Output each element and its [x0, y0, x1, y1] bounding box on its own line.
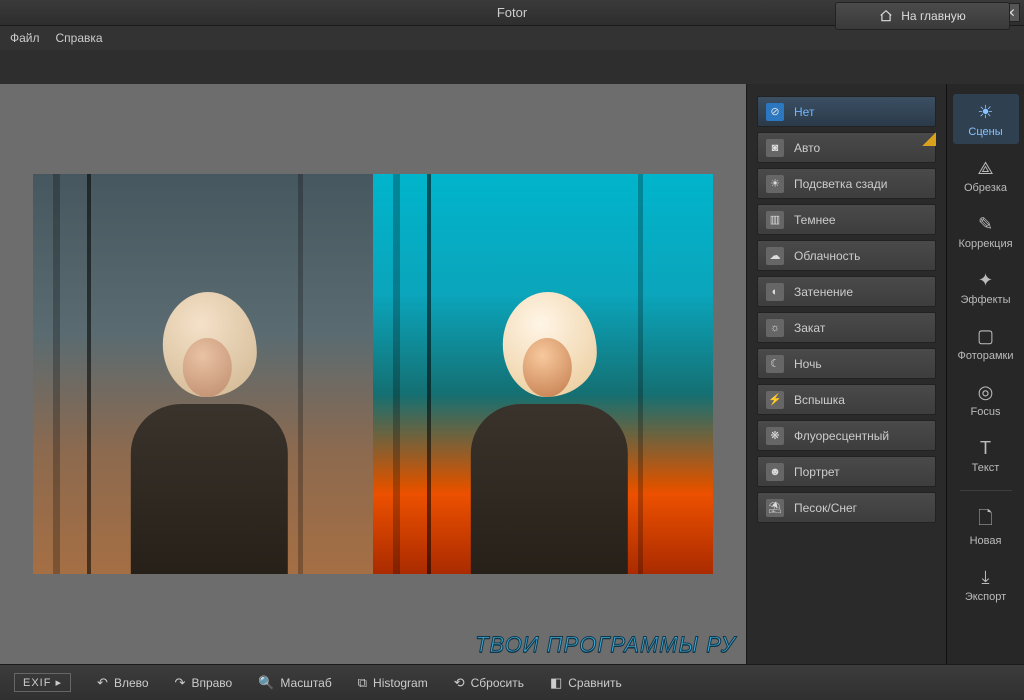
tool-label: Focus: [971, 406, 1001, 418]
scene-item-9[interactable]: ❋ Флуоресцентный: [757, 420, 936, 451]
scene-item-1[interactable]: ◙ Авто: [757, 132, 936, 163]
compare-label: Сравнить: [568, 676, 621, 690]
tool-icon: T: [980, 438, 991, 458]
photo-before: [33, 174, 373, 574]
tool-экспорт[interactable]: ⤓ Экспорт: [953, 559, 1019, 609]
scene-icon: ◐: [766, 283, 784, 301]
watermark: ТВОИ ПРОГРАММЫ РУ: [475, 632, 736, 658]
reset-label: Сбросить: [471, 676, 524, 690]
scene-icon: ☼: [766, 319, 784, 337]
scene-item-0[interactable]: ⊘ Нет: [757, 96, 936, 127]
scene-label: Нет: [794, 105, 814, 119]
scene-icon: ☀: [766, 175, 784, 193]
tool-коррекция[interactable]: ✎ Коррекция: [953, 206, 1019, 256]
scene-item-11[interactable]: ⛱ Песок/Снег: [757, 492, 936, 523]
app-title: Fotor: [497, 5, 527, 20]
reset-icon: ⟲: [454, 675, 465, 691]
scene-icon: ⊘: [766, 103, 784, 121]
home-icon: [879, 9, 893, 23]
rotate-left-icon: ↶: [97, 675, 108, 691]
tool-icon: ◎: [978, 382, 994, 402]
scene-label: Портрет: [794, 465, 840, 479]
scene-item-6[interactable]: ☼ Закат: [757, 312, 936, 343]
histogram-icon: ⧉: [358, 675, 367, 691]
tool-label: Экспорт: [965, 591, 1006, 603]
scene-item-3[interactable]: ▥ Темнее: [757, 204, 936, 235]
menu-file[interactable]: Файл: [10, 31, 40, 45]
rotate-right-button[interactable]: ↷ Вправо: [175, 675, 233, 691]
home-button-label: На главную: [901, 9, 965, 23]
scene-item-8[interactable]: ⚡ Вспышка: [757, 384, 936, 415]
scene-label: Флуоресцентный: [794, 429, 889, 443]
tool-эффекты[interactable]: ✦ Эффекты: [953, 262, 1019, 312]
exif-button[interactable]: EXIF ▸: [14, 673, 71, 692]
scene-icon: ⛱: [766, 499, 784, 517]
premium-ribbon-icon: [922, 132, 936, 146]
tool-icon: ✎: [978, 214, 993, 234]
tool-label: Новая: [970, 535, 1002, 547]
tool-label: Фоторамки: [957, 350, 1013, 362]
scene-item-4[interactable]: ☁ Облачность: [757, 240, 936, 271]
tool-icon: 🗋: [978, 511, 992, 531]
compare-button[interactable]: ◧ Сравнить: [550, 675, 622, 691]
tool-label: Коррекция: [958, 238, 1012, 250]
zoom-label: Масштаб: [280, 676, 331, 690]
footer-bar: EXIF ▸ ↶ Влево ↷ Вправо 🔍 Масштаб ⧉ Histogra…: [0, 664, 1024, 700]
scene-item-7[interactable]: ☾ Ночь: [757, 348, 936, 379]
scene-label: Облачность: [794, 249, 860, 263]
tool-label: Эффекты: [960, 294, 1010, 306]
scene-label: Темнее: [794, 213, 836, 227]
scene-icon: ⚡: [766, 391, 784, 409]
tool-focus[interactable]: ◎ Focus: [953, 374, 1019, 424]
scene-icon: ☻: [766, 463, 784, 481]
rotate-left-button[interactable]: ↶ Влево: [97, 675, 149, 691]
tool-label: Сцены: [968, 126, 1002, 138]
toolbar-upper: На главную: [0, 50, 1024, 84]
histogram-button[interactable]: ⧉ Histogram: [358, 675, 428, 691]
zoom-icon: 🔍: [258, 675, 274, 691]
scene-label: Песок/Снег: [794, 501, 857, 515]
tool-icon: ⤓: [982, 567, 990, 587]
photo-after: [373, 174, 713, 574]
histogram-label: Histogram: [373, 676, 428, 690]
tool-icon: ⟁: [977, 158, 993, 178]
scene-icon: ▥: [766, 211, 784, 229]
scenes-panel: ⊘ Нет ◙ Авто ☀ Подсветка сзади ▥ Темнее ☁ Облачно…: [746, 84, 946, 664]
scene-item-2[interactable]: ☀ Подсветка сзади: [757, 168, 936, 199]
rotate-right-icon: ↷: [175, 675, 186, 691]
reset-button[interactable]: ⟲ Сбросить: [454, 675, 524, 691]
scene-icon: ☾: [766, 355, 784, 373]
tool-label: Текст: [972, 462, 1000, 474]
rotate-right-label: Вправо: [191, 676, 232, 690]
tool-label: Обрезка: [964, 182, 1007, 194]
scene-icon: ◙: [766, 139, 784, 157]
menu-help[interactable]: Справка: [56, 31, 103, 45]
tool-icon: ☀: [977, 102, 993, 122]
rotate-left-label: Влево: [114, 676, 149, 690]
tool-separator: [960, 490, 1012, 491]
scene-label: Закат: [794, 321, 825, 335]
scene-label: Вспышка: [794, 393, 845, 407]
scene-label: Ночь: [794, 357, 822, 371]
tool-фоторамки[interactable]: ▢ Фоторамки: [953, 318, 1019, 368]
scene-icon: ❋: [766, 427, 784, 445]
zoom-button[interactable]: 🔍 Масштаб: [258, 675, 332, 691]
photo-compare: [33, 174, 713, 574]
scene-label: Авто: [794, 141, 820, 155]
scene-label: Подсветка сзади: [794, 177, 887, 191]
tool-сцены[interactable]: ☀ Сцены: [953, 94, 1019, 144]
tool-текст[interactable]: T Текст: [953, 430, 1019, 480]
canvas-area[interactable]: ТВОИ ПРОГРАММЫ РУ: [0, 84, 746, 664]
compare-icon: ◧: [550, 675, 562, 691]
home-button[interactable]: На главную: [835, 2, 1010, 30]
tool-обрезка[interactable]: ⟁ Обрезка: [953, 150, 1019, 200]
tool-icon: ▢: [977, 326, 994, 346]
scene-item-10[interactable]: ☻ Портрет: [757, 456, 936, 487]
scene-label: Затенение: [794, 285, 853, 299]
tool-icon: ✦: [978, 270, 993, 290]
tool-sidebar: ☀ Сцены ⟁ Обрезка ✎ Коррекция ✦ Эффекты ▢ Фоторам…: [946, 84, 1024, 664]
scene-item-5[interactable]: ◐ Затенение: [757, 276, 936, 307]
tool-новая[interactable]: 🗋 Новая: [953, 503, 1019, 553]
scene-icon: ☁: [766, 247, 784, 265]
